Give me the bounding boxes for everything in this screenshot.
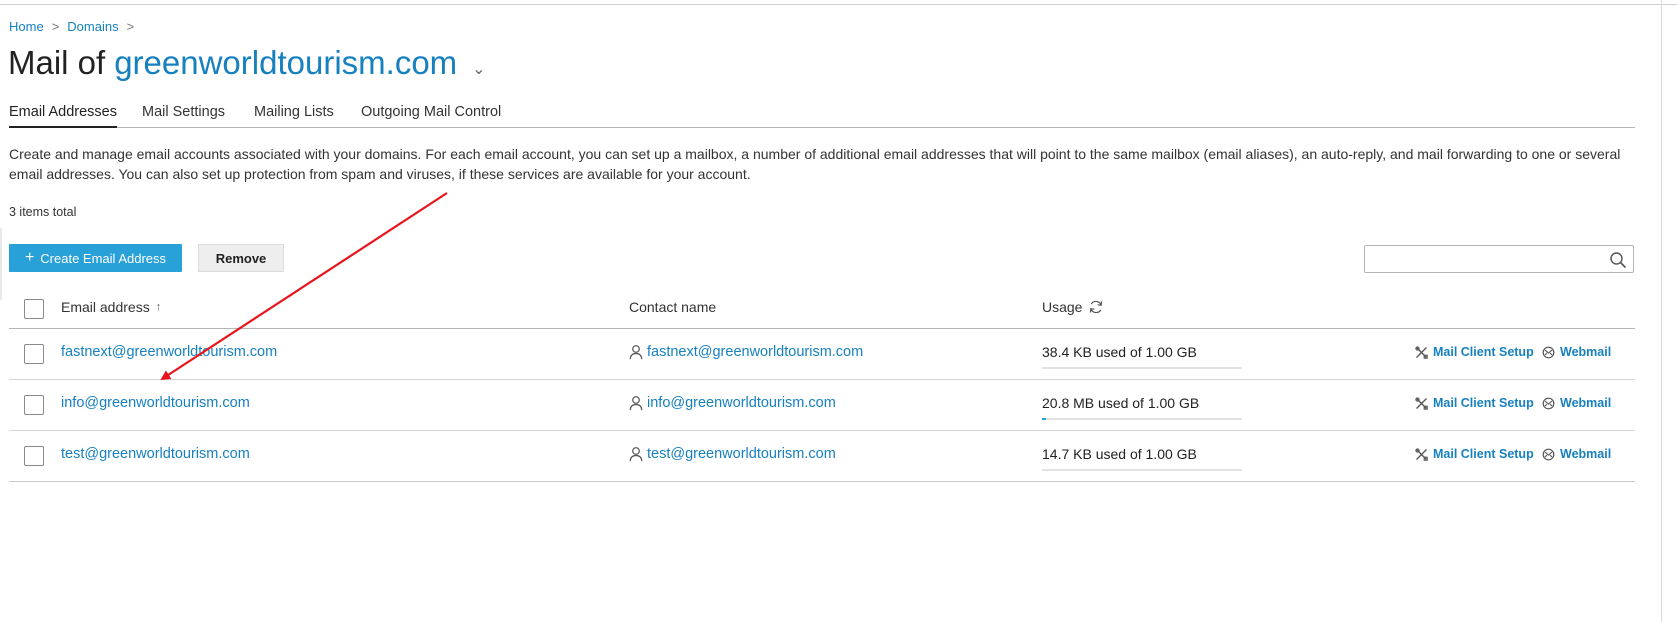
row-checkbox[interactable] bbox=[24, 446, 44, 466]
contact-name-link[interactable]: info@greenworldtourism.com bbox=[629, 395, 836, 411]
mail-client-setup-label: Mail Client Setup bbox=[1433, 396, 1534, 410]
tab-email-addresses[interactable]: Email Addresses bbox=[9, 104, 117, 128]
contact-name-text: fastnext@greenworldtourism.com bbox=[647, 344, 864, 360]
usage-progress-bar bbox=[1042, 469, 1242, 471]
page-title-prefix: Mail of bbox=[8, 44, 106, 81]
email-table: Email address ↑ Contact name Usage fastn… bbox=[9, 292, 1635, 482]
usage-progress-bar bbox=[1042, 418, 1242, 420]
column-header-email[interactable]: Email address ↑ bbox=[61, 299, 161, 315]
webmail-label: Webmail bbox=[1560, 345, 1612, 359]
create-email-address-label: Create Email Address bbox=[40, 250, 167, 266]
column-header-usage-label: Usage bbox=[1042, 299, 1083, 315]
webmail-label: Webmail bbox=[1560, 447, 1612, 461]
table-row: test@greenworldtourism.com test@greenwor… bbox=[9, 431, 1635, 482]
column-header-contact: Contact name bbox=[629, 299, 716, 315]
breadcrumb-separator: > bbox=[126, 19, 135, 34]
search-input[interactable] bbox=[1364, 245, 1634, 273]
contact-name-link[interactable]: test@greenworldtourism.com bbox=[629, 446, 836, 462]
left-rail-divider bbox=[0, 228, 2, 300]
items-count: 3 items total bbox=[9, 205, 77, 219]
webmail-icon bbox=[1542, 448, 1555, 460]
webmail-icon bbox=[1542, 397, 1555, 409]
mail-client-setup-link[interactable]: Mail Client Setup bbox=[1415, 396, 1534, 410]
email-address-link[interactable]: info@greenworldtourism.com bbox=[61, 395, 250, 411]
webmail-link[interactable]: Webmail bbox=[1542, 345, 1611, 359]
tools-icon bbox=[1415, 396, 1428, 410]
usage-cell: 14.7 KB used of 1.00 GB bbox=[1042, 446, 1242, 471]
email-address-link[interactable]: fastnext@greenworldtourism.com bbox=[61, 344, 277, 360]
right-edge-divider bbox=[1661, 0, 1662, 622]
column-header-contact-label: Contact name bbox=[629, 299, 717, 315]
contact-name-text: info@greenworldtourism.com bbox=[647, 395, 836, 411]
tab-mail-settings[interactable]: Mail Settings bbox=[142, 104, 225, 128]
breadcrumb-domains[interactable]: Domains bbox=[67, 19, 118, 34]
breadcrumb-separator: > bbox=[51, 19, 60, 34]
refresh-icon[interactable] bbox=[1088, 299, 1104, 315]
webmail-link[interactable]: Webmail bbox=[1542, 396, 1611, 410]
webmail-label: Webmail bbox=[1560, 396, 1612, 410]
breadcrumb: Home > Domains > bbox=[9, 19, 134, 34]
usage-progress-fill bbox=[1042, 418, 1046, 420]
webmail-icon bbox=[1542, 346, 1555, 358]
column-header-email-label: Email address bbox=[61, 299, 150, 315]
email-address-link[interactable]: test@greenworldtourism.com bbox=[61, 446, 250, 462]
sort-ascending-icon: ↑ bbox=[155, 301, 162, 313]
mail-client-setup-label: Mail Client Setup bbox=[1433, 447, 1534, 461]
remove-button[interactable]: Remove bbox=[198, 244, 284, 272]
person-icon bbox=[629, 447, 643, 462]
tools-icon bbox=[1415, 345, 1428, 359]
person-icon bbox=[629, 396, 643, 411]
contact-name-link[interactable]: fastnext@greenworldtourism.com bbox=[629, 344, 863, 360]
plus-icon: + bbox=[24, 249, 35, 266]
person-icon bbox=[629, 345, 643, 360]
tools-icon bbox=[1415, 447, 1428, 461]
search-icon[interactable] bbox=[1609, 251, 1627, 269]
page-description: Create and manage email accounts associa… bbox=[9, 146, 1621, 182]
chevron-down-icon[interactable]: ⌄ bbox=[472, 59, 485, 79]
top-border bbox=[0, 4, 1677, 5]
usage-text: 14.7 KB used of 1.00 GB bbox=[1042, 446, 1197, 462]
usage-text: 38.4 KB used of 1.00 GB bbox=[1042, 344, 1197, 360]
create-email-address-button[interactable]: + Create Email Address bbox=[9, 244, 182, 272]
tab-mailing-lists[interactable]: Mailing Lists bbox=[254, 104, 334, 128]
mail-client-setup-label: Mail Client Setup bbox=[1433, 345, 1534, 359]
usage-text: 20.8 MB used of 1.00 GB bbox=[1042, 395, 1200, 411]
usage-progress-bar bbox=[1042, 367, 1242, 369]
row-checkbox[interactable] bbox=[24, 395, 44, 415]
breadcrumb-home[interactable]: Home bbox=[9, 19, 44, 34]
table-header: Email address ↑ Contact name Usage bbox=[9, 292, 1635, 329]
usage-cell: 20.8 MB used of 1.00 GB bbox=[1042, 395, 1242, 420]
page-title: Mail of greenworldtourism.com ⌄ bbox=[8, 44, 486, 82]
usage-cell: 38.4 KB used of 1.00 GB bbox=[1042, 344, 1242, 369]
select-all-checkbox[interactable] bbox=[24, 299, 44, 319]
table-row: fastnext@greenworldtourism.com fastnext@… bbox=[9, 329, 1635, 380]
table-row: info@greenworldtourism.com info@greenwor… bbox=[9, 380, 1635, 431]
webmail-link[interactable]: Webmail bbox=[1542, 447, 1611, 461]
row-checkbox[interactable] bbox=[24, 344, 44, 364]
mail-client-setup-link[interactable]: Mail Client Setup bbox=[1415, 345, 1534, 359]
column-header-usage: Usage bbox=[1042, 299, 1104, 315]
mail-client-setup-link[interactable]: Mail Client Setup bbox=[1415, 447, 1534, 461]
tab-bar: Email Addresses Mail Settings Mailing Li… bbox=[9, 104, 1635, 128]
contact-name-text: test@greenworldtourism.com bbox=[647, 446, 836, 462]
tab-outgoing-mail-control[interactable]: Outgoing Mail Control bbox=[361, 104, 501, 128]
domain-switcher-link[interactable]: greenworldtourism.com bbox=[114, 44, 457, 82]
